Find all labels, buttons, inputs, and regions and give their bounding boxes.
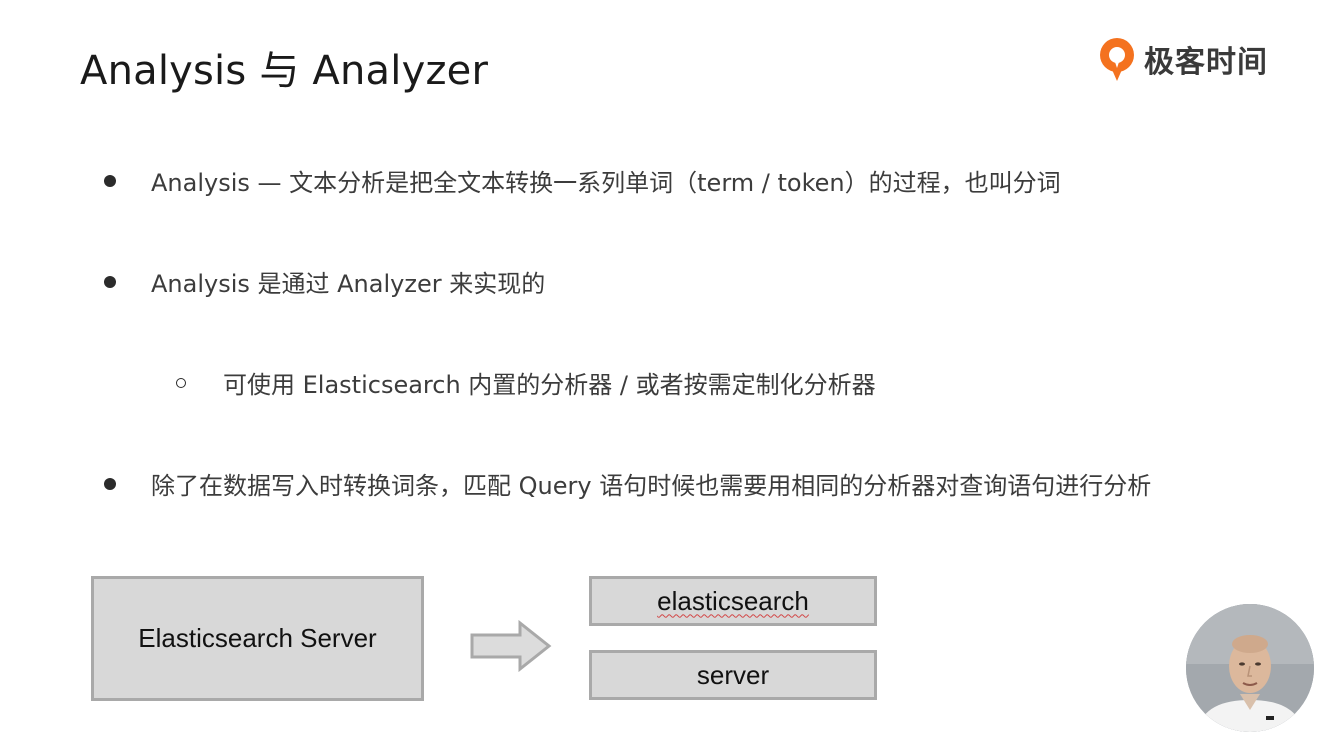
token-box: elasticsearch	[589, 576, 877, 626]
bullet-text: 除了在数据写入时转换词条，匹配 Query 语句时候也需要用相同的分析器对查询语…	[151, 472, 1152, 500]
token-text: elasticsearch	[657, 585, 809, 616]
bullet-item: Analysis — 文本分析是把全文本转换一系列单词（term / token…	[104, 163, 1061, 198]
brand-logo: 极客时间	[1096, 34, 1268, 84]
bullet-text: Analysis — 文本分析是把全文本转换一系列单词（term / token…	[151, 169, 1061, 197]
bullet-dot-icon	[104, 477, 116, 490]
sub-bullet-text: 可使用 Elasticsearch 内置的分析器 / 或者按需定制化分析器	[223, 371, 876, 399]
bullet-dot-icon	[104, 275, 116, 288]
presenter-figure	[1186, 604, 1314, 732]
bullet-circle-icon	[176, 377, 186, 388]
bullet-text: Analysis 是通过 Analyzer 来实现的	[151, 270, 546, 298]
sub-bullet-item: 可使用 Elasticsearch 内置的分析器 / 或者按需定制化分析器	[176, 365, 876, 400]
token-text: server	[696, 659, 770, 690]
presenter-avatar	[1186, 604, 1314, 732]
source-text-box: Elasticsearch Server	[91, 576, 424, 701]
geektime-logo-icon	[1100, 38, 1134, 81]
bullet-item: Analysis 是通过 Analyzer 来实现的	[104, 264, 545, 299]
brand-name: 极客时间	[1144, 45, 1268, 80]
slide-title: Analysis 与 Analyzer	[80, 48, 489, 94]
right-arrow-icon	[470, 620, 552, 672]
bullet-dot-icon	[104, 174, 116, 187]
bullet-item: 除了在数据写入时转换词条，匹配 Query 语句时候也需要用相同的分析器对查询语…	[104, 466, 1151, 501]
source-text: Elasticsearch Server	[138, 623, 377, 653]
token-box: server	[589, 650, 877, 700]
